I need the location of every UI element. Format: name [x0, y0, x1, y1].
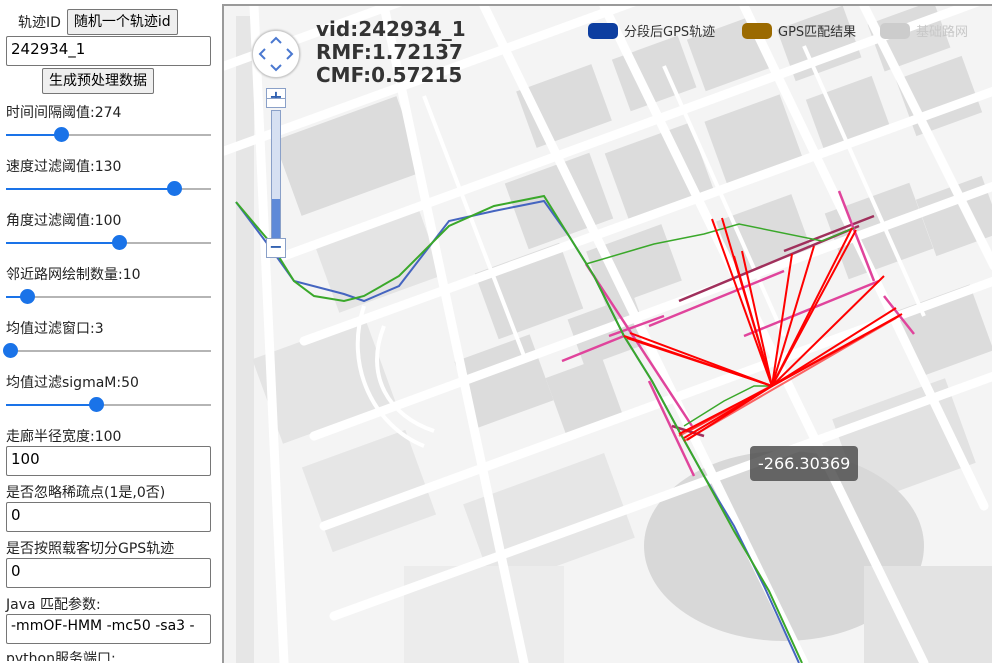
java-params-label: Java 匹配参数: [6, 597, 101, 613]
slider-thumb[interactable] [89, 397, 104, 412]
slider-label: 速度过滤阈值:130 [6, 159, 122, 175]
legend-swatch-match [742, 22, 772, 39]
slider-fill [6, 404, 96, 406]
slider-thumb[interactable] [54, 127, 69, 142]
slider-thumb[interactable] [20, 289, 35, 304]
split-input[interactable]: 0 [6, 558, 211, 588]
slider-fill [6, 242, 119, 244]
slider-label: 角度过滤阈值:100 [6, 213, 122, 229]
control-panel: 轨迹ID 随机一个轨迹id 242934_1 生成预处理数据 时间间隔阈值:27… [0, 0, 218, 661]
split-label: 是否按照载客切分GPS轨迹 [6, 541, 175, 557]
map-canvas[interactable] [224, 6, 992, 663]
corridor-label: 走廊半径宽度:100 [6, 429, 122, 445]
legend-swatch-basemap [880, 22, 910, 39]
slider-thumb[interactable] [167, 181, 182, 196]
legend-basemap[interactable]: 基础路网 [880, 21, 968, 40]
zoom-handle[interactable] [266, 98, 286, 108]
ignore-sparse-input[interactable]: 0 [6, 502, 211, 532]
slider-thumb[interactable] [3, 343, 18, 358]
slider-thumb[interactable] [112, 235, 127, 250]
slider-label: 均值过滤sigmaM:50 [6, 375, 139, 391]
slider-fill [6, 134, 61, 136]
range-slider[interactable] [6, 397, 211, 413]
value-tooltip: -266.30369 [750, 446, 859, 481]
legend-label-gps: 分段后GPS轨迹 [624, 25, 716, 40]
traj-id-label: 轨迹ID [18, 15, 61, 31]
traj-id-row: 轨迹ID 随机一个轨迹id [18, 9, 178, 35]
pan-arrows-icon [258, 36, 294, 72]
slider-label: 邻近路网绘制数量:10 [6, 267, 141, 283]
range-slider[interactable] [6, 235, 211, 251]
ignore-sparse-label: 是否忽略稀疏点(1是,0否) [6, 485, 166, 501]
range-slider[interactable] [6, 127, 211, 143]
slider-label: 均值过滤窗口:3 [6, 321, 104, 337]
zoom-slider[interactable] [271, 110, 281, 248]
slider-track [6, 296, 211, 298]
traj-id-input[interactable]: 242934_1 [6, 36, 211, 66]
slider-track [6, 350, 211, 352]
range-slider[interactable] [6, 181, 211, 197]
legend-swatch-gps [588, 22, 618, 39]
random-traj-button[interactable]: 随机一个轨迹id [66, 9, 178, 35]
zoom-out-button[interactable]: − [266, 238, 286, 258]
pan-control[interactable] [252, 30, 300, 78]
range-slider[interactable] [3, 343, 211, 359]
legend-label-match: GPS匹配结果 [778, 25, 857, 40]
vid-label: vid:242934_1 [316, 17, 466, 41]
legend-gps[interactable]: 分段后GPS轨迹 [588, 21, 715, 40]
legend-label-basemap: 基础路网 [916, 25, 969, 40]
java-params-input[interactable]: -mmOF-HMM -mc50 -sa3 - [6, 614, 211, 644]
python-port-label: python服务端口: [6, 651, 116, 661]
map-view[interactable]: + − vid:242934_1 RMF:1.72137 CMF:0.57215… [222, 4, 992, 663]
rmf-label: RMF:1.72137 [316, 40, 463, 64]
legend-match[interactable]: GPS匹配结果 [742, 21, 856, 40]
cmf-label: CMF:0.57215 [316, 63, 463, 87]
generate-preprocess-button[interactable]: 生成预处理数据 [42, 68, 154, 94]
range-slider[interactable] [6, 289, 211, 305]
slider-label: 时间间隔阈值:274 [6, 105, 122, 121]
slider-fill [6, 188, 174, 190]
corridor-input[interactable]: 100 [6, 446, 211, 476]
